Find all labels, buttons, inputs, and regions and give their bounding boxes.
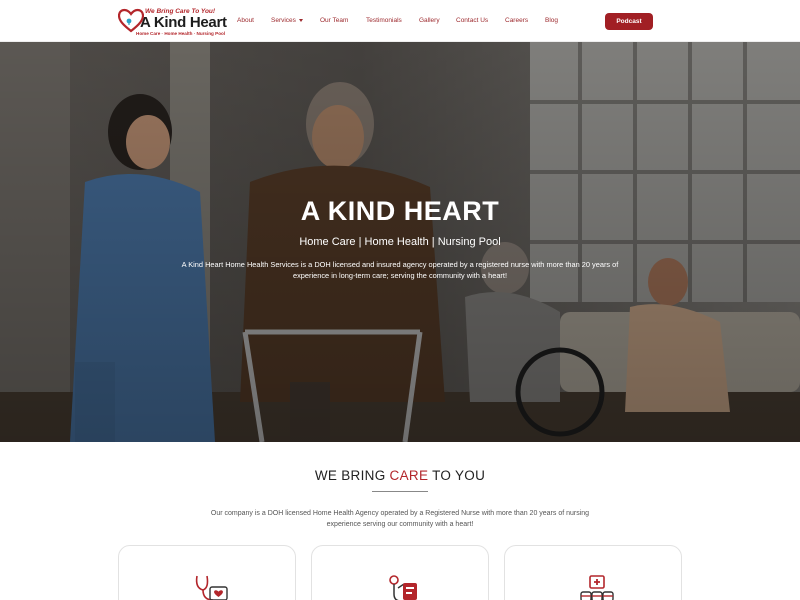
logo[interactable]: We Bring Care To You! A Kind Heart Home … [118,6,227,38]
section-title-prefix: WE BRING [314,468,390,483]
hero-title: A KIND HEART [300,196,500,226]
nav-item-blog[interactable]: Blog [545,17,558,24]
stethoscope-clipboard-icon [389,575,417,600]
section-title-suffix: TO YOU [428,468,486,483]
hero-description: A Kind Heart Home Health Services is a D… [181,260,619,280]
nav-item-services-label: Services [271,17,296,24]
nav-item-testimonials[interactable]: Testimonials [366,17,402,24]
chevron-down-icon [298,18,303,22]
site-header: We Bring Care To You! A Kind Heart Home … [0,0,800,42]
section-title: WE BRING CARE TO YOU [0,468,800,483]
service-card[interactable] [504,545,682,600]
service-card[interactable] [311,545,489,600]
medical-kit-icon [580,575,614,600]
nav-item-contact-us[interactable]: Contact Us [456,17,488,24]
hero-banner: A KIND HEART Home Care | Home Health | N… [0,42,800,442]
section-divider [372,491,428,492]
nav-item-about[interactable]: About [237,17,254,24]
nav-item-our-team[interactable]: Our Team [320,17,348,24]
section-description: Our company is a DOH licensed Home Healt… [210,510,590,528]
nav-item-careers[interactable]: Careers [505,17,528,24]
service-card[interactable] [118,545,296,600]
nav-item-services[interactable]: Services [271,17,303,24]
logo-name: A Kind Heart [140,14,227,31]
stethoscope-heart-icon [195,575,228,600]
podcast-button[interactable]: Podcast [605,13,653,30]
logo-subtitle: Home Care · Home Health · Nursing Pool [136,31,226,36]
hero-subtitle: Home Care | Home Health | Nursing Pool [299,236,501,248]
nav-item-gallery[interactable]: Gallery [419,17,440,24]
section-title-accent: CARE [389,468,429,483]
